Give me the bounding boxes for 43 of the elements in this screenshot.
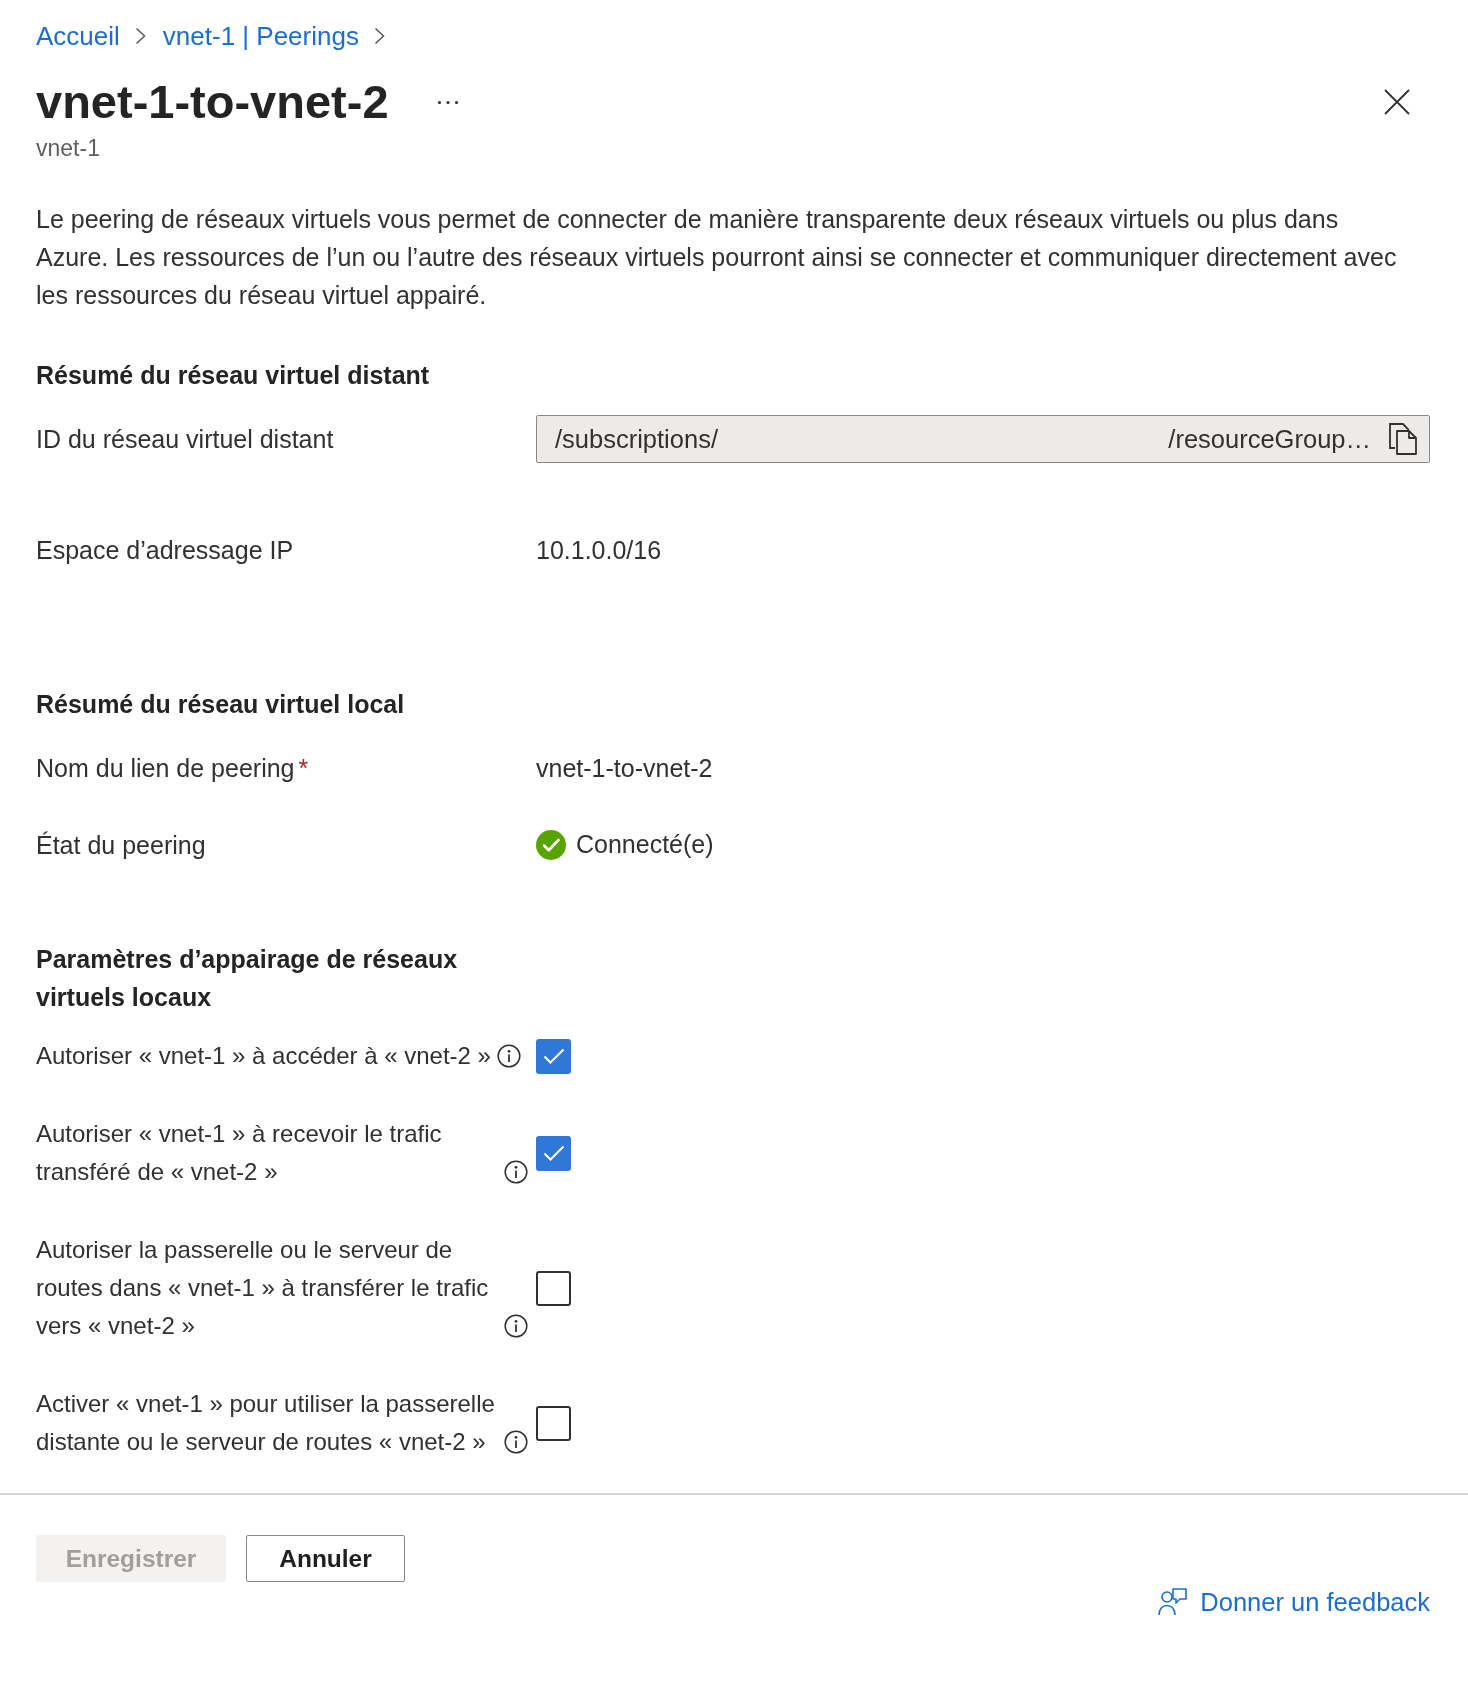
page-subtitle: vnet-1 xyxy=(36,134,101,162)
check-icon xyxy=(542,1145,565,1161)
person-speech-bubble-icon xyxy=(1158,1588,1188,1616)
close-button[interactable] xyxy=(1384,89,1410,115)
field-value-start: /subscriptions/ xyxy=(555,423,718,455)
close-icon xyxy=(1384,89,1410,115)
field-label: Espace d’adressage IP xyxy=(36,536,294,564)
field-value: vnet-1-to-vnet-2 xyxy=(536,753,713,784)
field-label: ID du réseau virtuel distant xyxy=(36,425,334,453)
field-value-end: /resourceGroup… xyxy=(1168,423,1371,455)
chevron-icon xyxy=(373,27,385,45)
checkbox[interactable] xyxy=(536,1270,571,1306)
checkbox-label: Activer « vnet-1 » pour utiliser la passerelle distante ou le serveur de routes « vnet-2 » xyxy=(36,1389,496,1457)
checkbox[interactable] xyxy=(536,1135,571,1171)
breadcrumb-link[interactable]: Accueil xyxy=(36,20,120,52)
more-icon[interactable] xyxy=(436,99,459,105)
info-icon[interactable] xyxy=(504,1314,528,1338)
checkbox-label: Autoriser « vnet-1 » à recevoir le trafic transféré de « vnet-2 » xyxy=(36,1119,443,1187)
info-icon[interactable] xyxy=(504,1160,528,1184)
info-icon[interactable] xyxy=(504,1430,528,1454)
field-label: Nom du lien de peering xyxy=(36,754,295,782)
section-heading: Résumé du réseau virtuel local xyxy=(36,689,406,720)
copy-icon[interactable] xyxy=(1389,423,1417,455)
checkbox-label: Autoriser la passerelle ou le serveur de routes dans « vnet-1 » à transférer le trafic vers « vnet-2 » xyxy=(36,1235,490,1341)
breadcrumb-link[interactable]: vnet-1 | Peerings xyxy=(162,20,359,52)
field-label: État du peering xyxy=(36,831,206,859)
chevron-icon xyxy=(134,27,146,45)
feedback-link[interactable]: Donner un feedback xyxy=(1158,1586,1430,1618)
info-icon[interactable] xyxy=(496,1044,521,1068)
checkbox[interactable] xyxy=(536,1038,571,1074)
check-icon xyxy=(542,1048,565,1064)
checkbox-label: Autoriser « vnet-1 » à accéder à « vnet-2 » xyxy=(36,1041,491,1071)
readonly-id-field[interactable]: /subscriptions/ /resourceGroup… xyxy=(536,415,1430,463)
page-title: vnet-1-to-vnet-2 xyxy=(36,74,389,130)
field-value: 10.1.0.0/16 xyxy=(536,535,662,566)
required-asterisk: * xyxy=(298,754,309,782)
description-text: Le peering de réseaux virtuels vous permet de connecter de manière transparente deux réseaux virtuels ou plus dans Azure. Les ressources de l’un ou l’autre des réseaux virtuels pourront ainsi se connecter et communiquer directement avec les ressources du réseau virtuel appairé. xyxy=(36,204,1398,311)
section-heading: Paramètres d’appairage de réseaux virtuels locaux xyxy=(36,944,459,1013)
cancel-button[interactable]: Annuler xyxy=(246,1535,405,1582)
success-check-icon xyxy=(536,830,566,860)
checkbox[interactable] xyxy=(536,1405,571,1441)
status-text: Connecté(e) xyxy=(576,829,714,861)
section-heading: Résumé du réseau virtuel distant xyxy=(36,360,431,391)
